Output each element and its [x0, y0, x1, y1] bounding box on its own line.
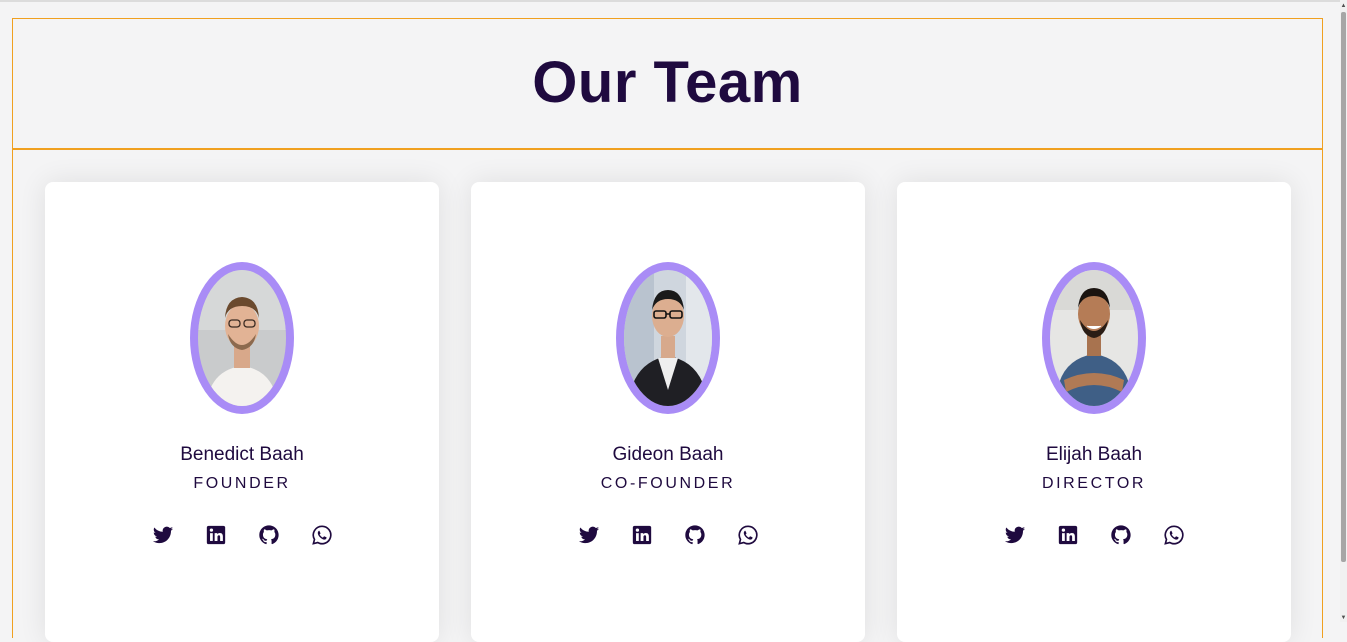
scroll-up-arrow-icon[interactable]: ▲	[1340, 2, 1347, 10]
member-name: Elijah Baah	[1045, 444, 1143, 465]
social-links	[152, 524, 333, 546]
member-name: Benedict Baah	[180, 444, 304, 465]
team-card: Benedict Baah FOUNDER	[45, 182, 439, 642]
section-header: Our Team	[13, 19, 1322, 150]
whatsapp-icon[interactable]	[737, 524, 759, 546]
scroll-down-arrow-icon[interactable]: ▼	[1340, 614, 1347, 622]
linkedin-icon[interactable]	[631, 524, 653, 546]
whatsapp-icon[interactable]	[311, 524, 333, 546]
vertical-scrollbar[interactable]: ▲ ▼	[1340, 0, 1347, 622]
github-icon[interactable]	[684, 524, 706, 546]
social-links	[1004, 524, 1185, 546]
social-links	[578, 524, 759, 546]
member-role: DIRECTOR	[1041, 475, 1147, 492]
member-role: FOUNDER	[193, 475, 291, 492]
github-icon[interactable]	[1110, 524, 1132, 546]
github-icon[interactable]	[258, 524, 280, 546]
twitter-icon[interactable]	[152, 524, 174, 546]
member-role: CO-FOUNDER	[600, 475, 736, 492]
twitter-icon[interactable]	[1004, 524, 1026, 546]
team-cards: Benedict Baah FOUNDER Gideon Baah CO-FOU…	[45, 182, 1291, 642]
top-rule	[0, 0, 1340, 2]
scrollbar-thumb[interactable]	[1341, 12, 1346, 562]
team-card: Elijah Baah DIRECTOR	[897, 182, 1291, 642]
twitter-icon[interactable]	[578, 524, 600, 546]
avatar	[198, 270, 286, 406]
team-card: Gideon Baah CO-FOUNDER	[471, 182, 865, 642]
avatar-ring	[1042, 262, 1146, 414]
avatar-ring	[190, 262, 294, 414]
page-title: Our Team	[532, 50, 803, 115]
linkedin-icon[interactable]	[1057, 524, 1079, 546]
whatsapp-icon[interactable]	[1163, 524, 1185, 546]
linkedin-icon[interactable]	[205, 524, 227, 546]
team-section: Our Team Benedict Baah FOUNDER Gideon Ba…	[12, 18, 1323, 642]
member-name: Gideon Baah	[612, 444, 724, 465]
avatar-ring	[616, 262, 720, 414]
avatar	[1050, 270, 1138, 406]
avatar	[624, 270, 712, 406]
